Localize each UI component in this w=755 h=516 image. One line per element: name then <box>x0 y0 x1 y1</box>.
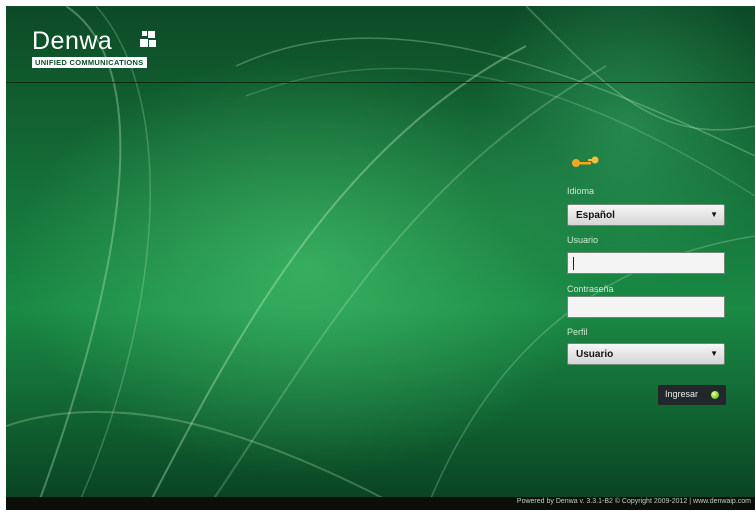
user-label: Usuario <box>567 235 599 245</box>
text-caret <box>573 257 574 270</box>
language-label: Idioma <box>567 186 595 196</box>
dropdown-arrow-icon: ▼ <box>710 210 718 219</box>
user-input[interactable] <box>567 252 725 274</box>
footer-bar: Powered by Denwa v. 3.3.1-B2 © Copyright… <box>6 497 755 510</box>
dropdown-arrow-icon: ▼ <box>710 349 718 358</box>
login-screen: Denwa UNIFIED COMMUNICATIONS Idioma Espa… <box>6 6 755 510</box>
footer-copyright: Powered by Denwa v. 3.3.1-B2 © Copyright… <box>516 498 751 505</box>
green-dot-icon <box>711 391 719 399</box>
denwa-logo: Denwa UNIFIED COMMUNICATIONS <box>32 27 156 68</box>
logo-wordmark: Denwa <box>32 27 113 55</box>
profile-select-value: Usuario <box>576 349 614 360</box>
password-label: Contraseña <box>567 284 614 294</box>
login-button-label: Ingresar <box>665 389 699 399</box>
profile-select[interactable]: Usuario ▼ <box>567 343 725 365</box>
password-input[interactable] <box>567 296 725 318</box>
language-select[interactable]: Español ▼ <box>567 204 725 226</box>
language-select-value: Español <box>576 210 615 221</box>
login-button[interactable]: Ingresar <box>658 385 726 405</box>
logo-tagline: UNIFIED COMMUNICATIONS <box>32 57 147 68</box>
logo-squares-icon <box>134 31 156 53</box>
profile-label: Perfil <box>567 327 588 337</box>
header-divider <box>6 82 755 83</box>
keys-icon <box>572 156 599 167</box>
